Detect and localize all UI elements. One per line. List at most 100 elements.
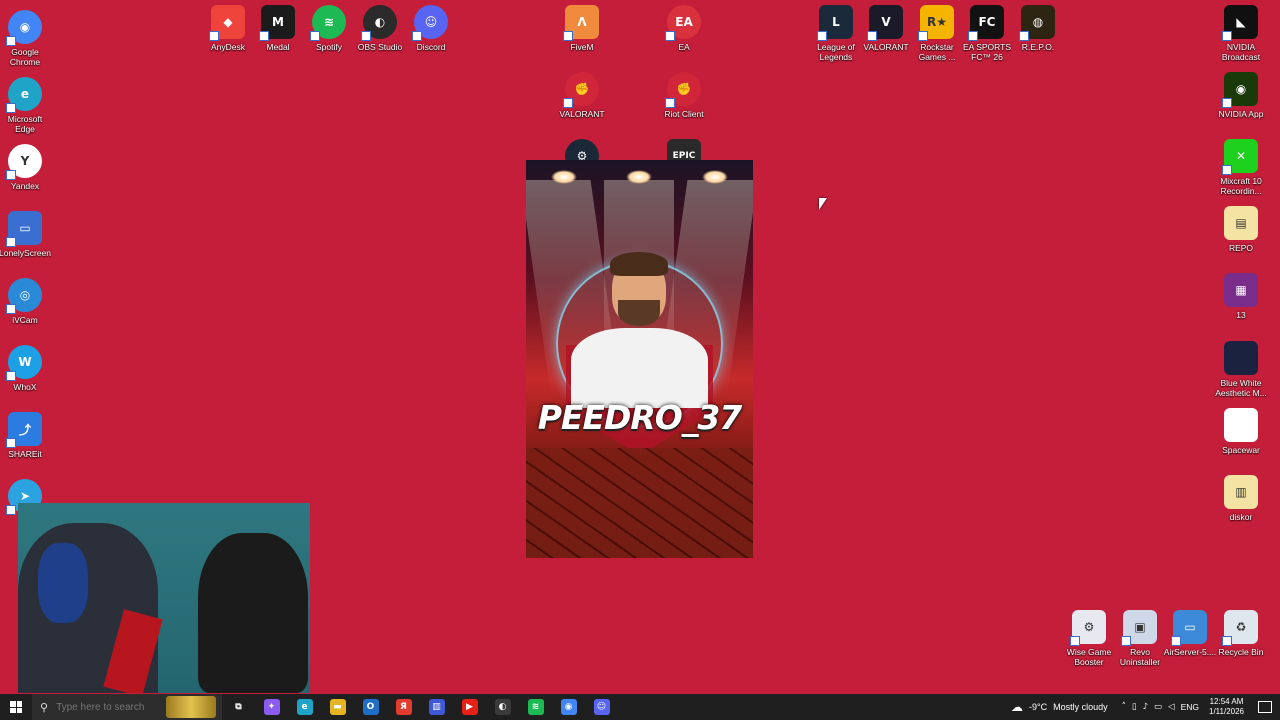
chevron-up-icon[interactable]: ˄ <box>1122 702 1126 712</box>
desktop-shortcut[interactable]: ◉ NVIDIA App <box>1206 72 1276 119</box>
valorant-icon: V <box>867 5 903 41</box>
taskbar-app-button[interactable]: ⧉ <box>222 694 255 720</box>
desktop-shortcut[interactable]: ✊ VALORANT <box>547 72 617 119</box>
desktop-shortcut[interactable]: Λ FiveM <box>547 5 617 52</box>
outlook-icon: O <box>362 699 379 715</box>
clock-time: 12:54 AM <box>1209 697 1244 706</box>
image-file-icon <box>1224 341 1258 375</box>
taskbar-app-button[interactable]: ☺ <box>585 694 618 720</box>
shortcut-label: Riot Client <box>664 109 704 119</box>
shortcut-label: VALORANT <box>559 109 605 119</box>
taskbar-app-button[interactable]: ✦ <box>255 694 288 720</box>
notifications-icon[interactable] <box>1258 701 1272 713</box>
shortcut-label: diskor <box>1229 512 1253 522</box>
desktop-shortcut[interactable]: Spacewar <box>1206 408 1276 455</box>
volume-icon[interactable]: ◁ <box>1168 702 1175 712</box>
eafc-icon: FC <box>968 5 1004 41</box>
mixcraft-icon: ✕ <box>1222 139 1258 175</box>
desktop-shortcut[interactable]: ▤ REPO <box>1206 206 1276 253</box>
tray-app-icon[interactable]: ▯ <box>1132 702 1137 712</box>
shortcut-label: Medal <box>266 42 290 52</box>
windows-icon <box>10 701 22 713</box>
desktop-shortcut[interactable]: ☺ Discord <box>396 5 466 52</box>
file-explorer-icon: ▬ <box>329 699 346 715</box>
shortcut-label: Spacewar <box>1222 445 1260 455</box>
taskbar-app-button[interactable]: ◐ <box>486 694 519 720</box>
weather-temp: -9°C <box>1028 702 1048 712</box>
search-highlight-image[interactable] <box>166 696 216 718</box>
cloud-icon: ☁ <box>1010 700 1023 714</box>
search-input[interactable] <box>56 701 167 713</box>
taskbar-app-button[interactable]: O <box>354 694 387 720</box>
search-icon: ⚲ <box>40 700 49 714</box>
weather-widget[interactable]: ☁ -9°C Mostly cloudy <box>1011 700 1108 714</box>
fivem-icon: Λ <box>563 5 599 41</box>
shortcut-label: AnyDesk <box>210 42 245 52</box>
airserver-icon: ▭ <box>1171 610 1207 646</box>
file-icon <box>1224 408 1258 442</box>
desktop-shortcut[interactable]: ✊ Riot Client <box>649 72 719 119</box>
league-icon: L <box>817 5 853 41</box>
shareit-icon: ⤴ <box>6 412 42 448</box>
shortcut-label: EA <box>678 42 690 52</box>
microphone-icon[interactable]: ♪ <box>1143 702 1148 712</box>
desktop-shortcut[interactable]: Y Yandex <box>0 144 60 191</box>
wise-game-booster-icon: ⚙ <box>1070 610 1106 646</box>
spotify-icon: ≋ <box>527 699 544 715</box>
taskbar-app-button[interactable]: ≋ <box>519 694 552 720</box>
chrome-icon: ◉ <box>560 699 577 715</box>
shortcut-label: 13 <box>1236 310 1246 320</box>
desktop-shortcut[interactable]: ♻ Recycle Bin <box>1206 610 1276 657</box>
desktop-shortcut[interactable]: ▭ LonelyScreen <box>0 211 60 258</box>
desktop-shortcut[interactable]: Blue White Aesthetic M... <box>1206 341 1276 398</box>
network-icon[interactable]: ▭ <box>1154 702 1162 712</box>
taskbar-app-button[interactable]: ▥ <box>420 694 453 720</box>
desktop-shortcut[interactable]: ✕ Mixcraft 10 Recordin... <box>1206 139 1276 196</box>
desktop-shortcut[interactable]: ◉ Google Chrome <box>0 10 60 67</box>
start-button[interactable] <box>0 694 32 720</box>
shortcut-label: Discord <box>416 42 446 52</box>
shortcut-label: WhoX <box>13 382 37 392</box>
desktop-shortcut[interactable]: EA EA <box>649 5 719 52</box>
wallpaper-poster: PEEDRO_37 <box>526 160 753 558</box>
shortcut-label: Google Chrome <box>9 47 41 67</box>
medal-icon: M <box>259 5 295 41</box>
winrar-icon: ▦ <box>1224 273 1258 307</box>
whox-icon: W <box>6 345 42 381</box>
clock-date: 1/11/2026 <box>1209 707 1244 716</box>
shortcut-label: REPO <box>1228 243 1254 253</box>
clock[interactable]: 12:54 AM 1/11/2026 <box>1209 697 1244 717</box>
shortcut-label: League of Legends <box>817 42 855 62</box>
taskbar-app-button[interactable]: ◉ <box>552 694 585 720</box>
desktop-shortcut[interactable]: e Microsoft Edge <box>0 77 60 134</box>
poster-name: PEEDRO_37 <box>537 398 743 437</box>
taskbar-app-button[interactable]: ▬ <box>321 694 354 720</box>
taskbar-search[interactable]: ⚲ <box>32 694 222 720</box>
mouse-cursor <box>819 198 827 210</box>
desktop-shortcut[interactable]: ▥ diskor <box>1206 475 1276 522</box>
revo-uninstaller-icon: ▣ <box>1121 610 1157 646</box>
taskbar-app-button[interactable]: e <box>288 694 321 720</box>
spotify-icon: ≋ <box>310 5 346 41</box>
task-view-icon: ⧉ <box>235 702 242 712</box>
desktop-shortcut[interactable]: ▦ 13 <box>1206 273 1276 320</box>
desktop-shortcut[interactable]: ◍ R.E.P.O. <box>1003 5 1073 52</box>
desktop-shortcut[interactable]: ⤴ SHAREit <box>0 412 60 459</box>
taskbar-app-button[interactable]: Я <box>387 694 420 720</box>
shortcut-label: Mixcraft 10 Recordin... <box>1220 176 1262 196</box>
webcam-overlay <box>18 503 310 693</box>
shortcut-label: R.E.P.O. <box>1021 42 1055 52</box>
shortcut-label: Yandex <box>10 181 40 191</box>
taskbar-app-button[interactable]: ▶ <box>453 694 486 720</box>
recycle-bin-icon: ♻ <box>1222 610 1258 646</box>
shortcut-label: NVIDIA App <box>1218 109 1264 119</box>
desktop-shortcut[interactable]: ◎ iVCam <box>0 278 60 325</box>
shortcut-label: iVCam <box>12 315 38 325</box>
edge-icon: e <box>6 77 42 113</box>
camera-icon: ◎ <box>6 278 42 314</box>
desktop-shortcut[interactable]: ◣ NVIDIA Broadcast <box>1206 5 1276 62</box>
language-indicator[interactable]: ENG <box>1181 702 1199 712</box>
youtube-icon: ▶ <box>461 699 478 715</box>
desktop-shortcut[interactable]: W WhoX <box>0 345 60 392</box>
nvidia-broadcast-icon: ◣ <box>1222 5 1258 41</box>
